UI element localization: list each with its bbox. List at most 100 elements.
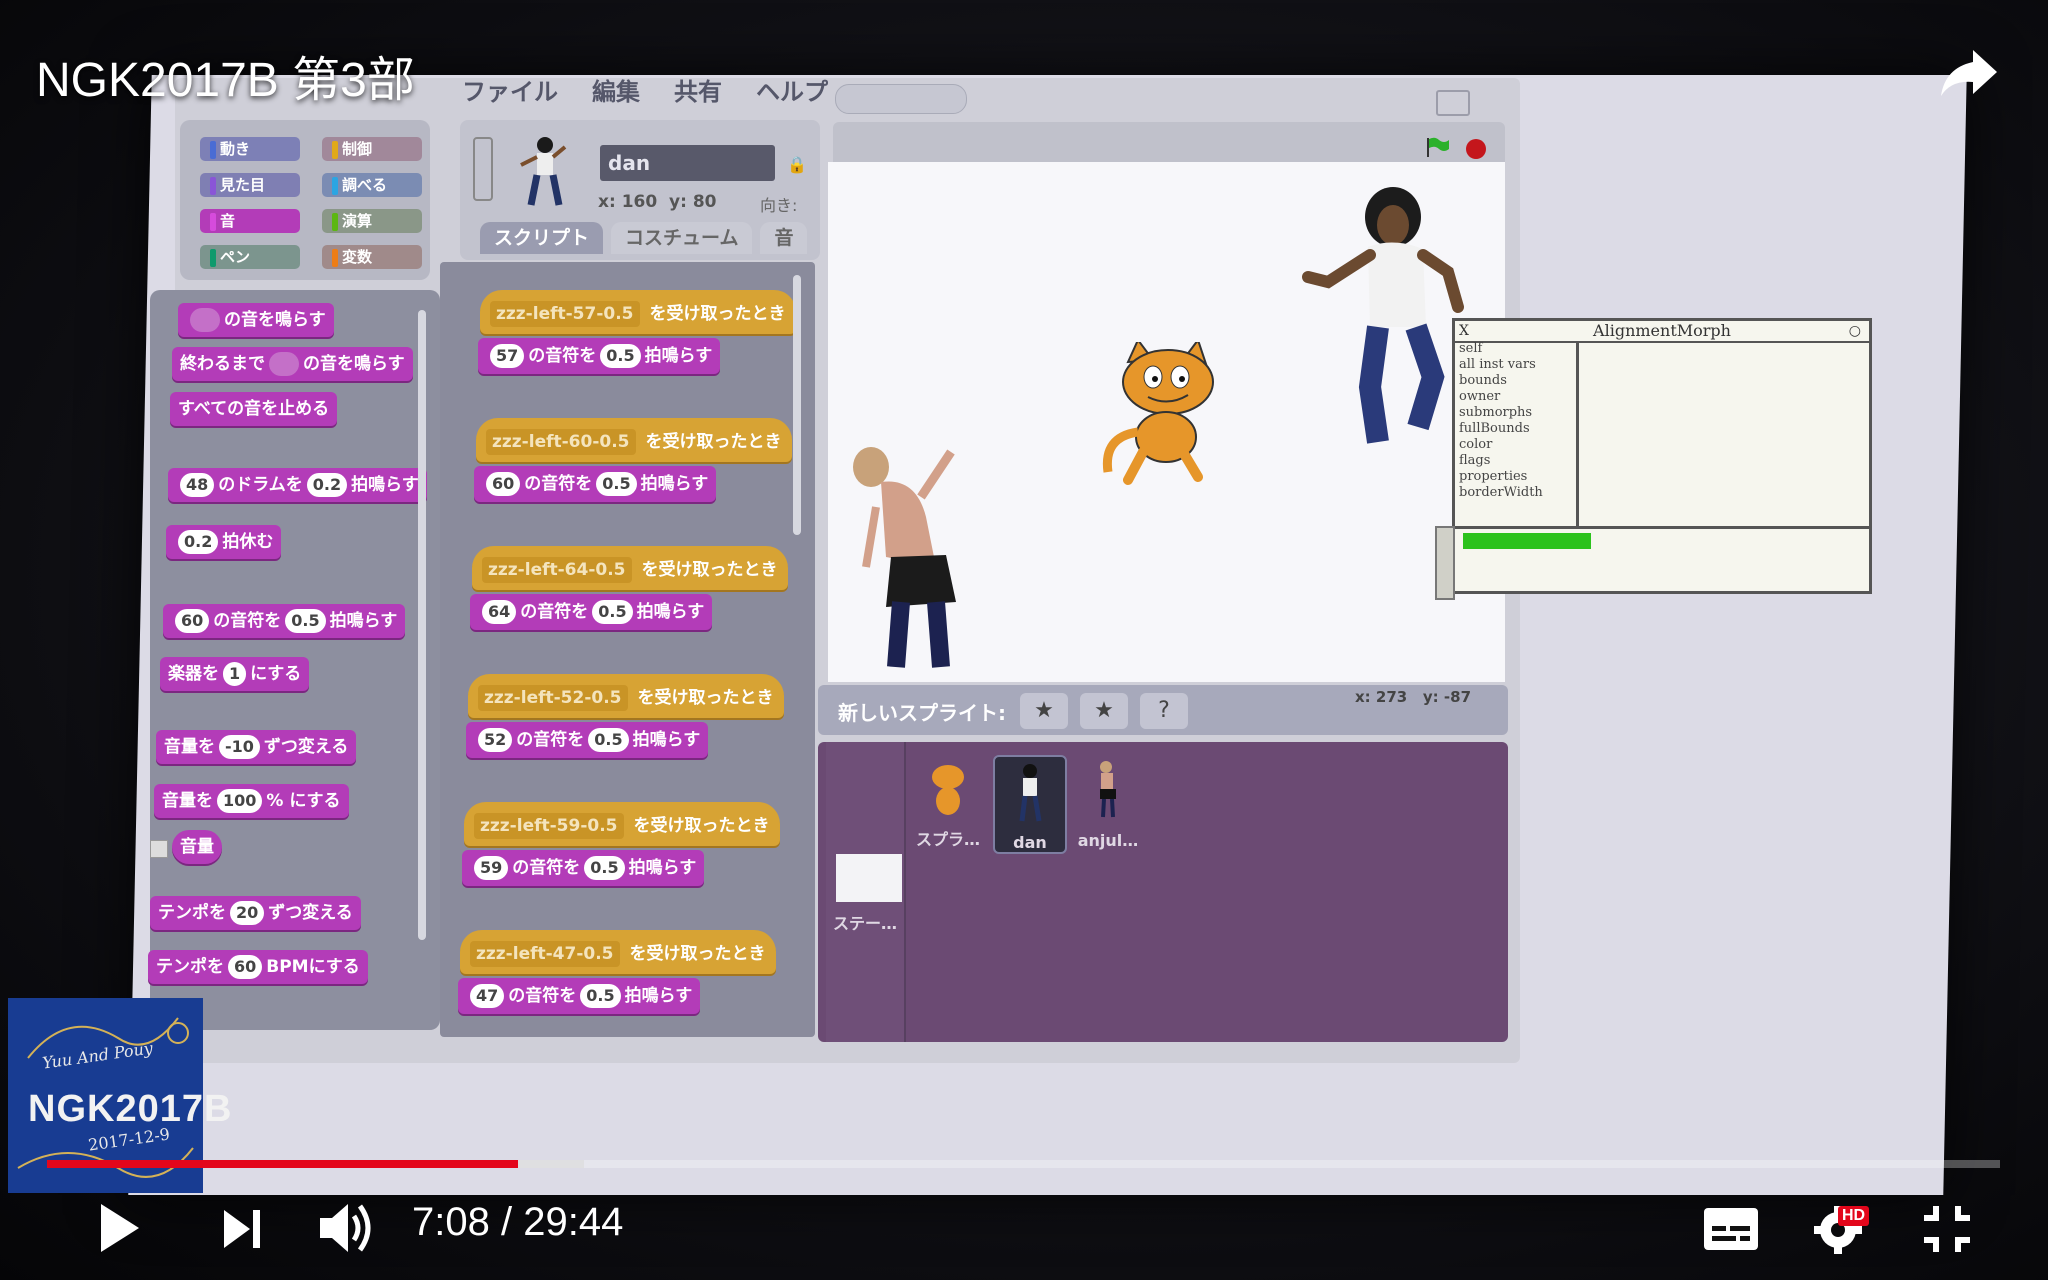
when-receive-hat-block[interactable]: zzz-left-59-0.5 を受け取ったとき (464, 802, 780, 846)
video-title[interactable]: NGK2017B 第3部 (36, 40, 415, 110)
inspector-eval-pane[interactable] (1455, 526, 1869, 594)
beats-input[interactable]: 0.5 (600, 344, 641, 368)
next-icon[interactable] (220, 1204, 266, 1254)
play-note-block[interactable]: 47 の音符を 0.5 拍鳴らす (458, 978, 701, 1014)
block-play-sound-until-done[interactable]: 終わるまで の音を鳴らす (172, 347, 413, 381)
block-set-instrument[interactable]: 楽器を 1 にする (160, 657, 310, 691)
message-dropdown[interactable]: zzz-left-47-0.5 (470, 941, 620, 967)
sprite-name-field[interactable]: dan (600, 145, 775, 181)
palette-scrollbar[interactable] (418, 310, 426, 940)
inspector-field[interactable]: flags (1459, 453, 1576, 469)
window-mode-button[interactable] (1436, 90, 1470, 116)
block-stop-all-sounds[interactable]: すべての音を止める (170, 392, 338, 426)
note-input[interactable]: 64 (482, 600, 517, 624)
inspector-field[interactable]: fullBounds (1459, 421, 1576, 437)
message-dropdown[interactable]: zzz-left-57-0.5 (490, 301, 640, 327)
stop-button[interactable] (1466, 139, 1486, 159)
sprite-thumb-anjuli[interactable]: anjul… (1073, 755, 1143, 850)
script-area[interactable] (440, 262, 815, 1037)
block-change-volume[interactable]: 音量を -10 ずつ変える (156, 730, 357, 764)
beats-input[interactable]: 0.5 (596, 472, 637, 496)
tab-scripts[interactable]: スクリプト (480, 222, 604, 254)
category-control[interactable]: 制御 (322, 137, 422, 161)
sprite-rotation-buttons[interactable] (473, 137, 493, 201)
play-icon[interactable] (95, 1198, 145, 1258)
tab-costumes[interactable]: コスチューム (611, 222, 753, 254)
category-sensing[interactable]: 調べる (322, 173, 422, 197)
random-sprite-button[interactable]: ? (1140, 693, 1188, 729)
message-dropdown[interactable]: zzz-left-64-0.5 (482, 557, 632, 583)
block-volume-reporter[interactable]: 音量 (172, 830, 222, 864)
beats-input[interactable]: 0.5 (588, 728, 629, 752)
menu-share[interactable]: 共有 (672, 72, 724, 107)
exit-fullscreen-icon[interactable] (1920, 1202, 1974, 1256)
block-play-drum[interactable]: 48 のドラムを 0.2 拍鳴らす (168, 468, 427, 502)
sprite-thumb-cat[interactable]: スプラ… (913, 755, 983, 850)
when-receive-hat-block[interactable]: zzz-left-47-0.5 を受け取ったとき (460, 930, 776, 974)
inspector-field[interactable]: borderWidth (1459, 485, 1576, 501)
note-input[interactable]: 59 (474, 856, 509, 880)
video-frame[interactable]: ファイル 編集 共有 ヘルプ 動き 制御 見た目 調べる 音 演算 ペン 変数 … (0, 0, 2048, 1280)
note-input[interactable]: 60 (486, 472, 521, 496)
category-variables[interactable]: 変数 (322, 245, 422, 269)
inspector-close-button[interactable]: X (1459, 321, 1469, 341)
when-receive-hat-block[interactable]: zzz-left-57-0.5 を受け取ったとき (480, 290, 796, 334)
inspector-field[interactable]: bounds (1459, 373, 1576, 389)
note-input[interactable]: 57 (490, 344, 525, 368)
paint-sprite-button[interactable]: ★ (1020, 693, 1068, 729)
stage[interactable] (828, 162, 1505, 682)
inspector-field-list[interactable]: self all inst vars bounds owner submorphs ful… (1455, 341, 1579, 526)
when-receive-hat-block[interactable]: zzz-left-52-0.5 を受け取ったとき (468, 674, 784, 718)
beats-input[interactable]: 0.5 (592, 600, 633, 624)
message-dropdown[interactable]: zzz-left-59-0.5 (474, 813, 624, 839)
category-motion[interactable]: 動き (200, 137, 300, 161)
share-icon[interactable] (1935, 42, 2005, 102)
inspector-field[interactable]: submorphs (1459, 405, 1576, 421)
message-dropdown[interactable]: zzz-left-52-0.5 (478, 685, 628, 711)
inspector-field[interactable]: owner (1459, 389, 1576, 405)
alignment-morph-inspector[interactable]: X AlignmentMorph ○ self all inst vars boun… (1435, 318, 1872, 600)
subtitles-icon[interactable] (1702, 1206, 1760, 1252)
when-receive-hat-block[interactable]: zzz-left-60-0.5 を受け取ったとき (476, 418, 792, 462)
inspector-scrollbar[interactable] (1435, 526, 1455, 600)
sprite-thumb-dan[interactable]: dan (993, 755, 1067, 854)
note-input[interactable]: 47 (470, 984, 505, 1008)
beats-input[interactable]: 0.5 (584, 856, 625, 880)
message-dropdown[interactable]: zzz-left-60-0.5 (486, 429, 636, 455)
video-progress-bar[interactable] (47, 1160, 2000, 1168)
cat-sprite[interactable] (1098, 342, 1238, 492)
green-flag-icon[interactable] (1425, 137, 1451, 157)
volume-icon[interactable] (316, 1198, 378, 1258)
play-note-block[interactable]: 64 の音符を 0.5 拍鳴らす (470, 594, 713, 630)
inspector-field[interactable]: all inst vars (1459, 357, 1576, 373)
stage-thumbnail-column[interactable]: ステー… (826, 742, 906, 1042)
category-looks[interactable]: 見た目 (200, 173, 300, 197)
block-rest[interactable]: 0.2 拍休む (166, 525, 282, 559)
block-set-tempo[interactable]: テンポを 60 BPMにする (148, 950, 368, 984)
tab-sounds[interactable]: 音 (760, 222, 808, 254)
block-set-volume[interactable]: 音量を 100% にする (154, 784, 349, 818)
lock-icon[interactable]: 🔒 (787, 155, 807, 174)
stage-thumbnail[interactable] (836, 854, 902, 902)
dancer-sprite-anjuli[interactable] (846, 437, 996, 677)
inspector-field[interactable]: properties (1459, 469, 1576, 485)
choose-sprite-button[interactable]: ★ (1080, 693, 1128, 729)
menu-edit[interactable]: 編集 (590, 72, 642, 107)
edit-tools-toolbar[interactable] (835, 84, 967, 114)
category-pen[interactable]: ペン (200, 245, 300, 269)
block-change-tempo[interactable]: テンポを 20 ずつ変える (150, 896, 361, 930)
play-note-block[interactable]: 60 の音符を 0.5 拍鳴らす (474, 466, 717, 502)
script-scrollbar[interactable] (793, 275, 801, 535)
play-note-block[interactable]: 59 の音符を 0.5 拍鳴らす (462, 850, 705, 886)
category-sound[interactable]: 音 (200, 209, 300, 233)
category-operators[interactable]: 演算 (322, 209, 422, 233)
block-play-note[interactable]: 60 の音符を 0.5 拍鳴らす (163, 604, 406, 638)
note-input[interactable]: 52 (478, 728, 513, 752)
beats-input[interactable]: 0.5 (580, 984, 621, 1008)
block-play-sound[interactable]: の音を鳴らす (178, 303, 334, 337)
inspector-collapse-icon[interactable]: ○ (1849, 321, 1861, 341)
volume-checkbox[interactable] (150, 840, 168, 858)
inspector-field[interactable]: color (1459, 437, 1576, 453)
play-note-block[interactable]: 57 の音符を 0.5 拍鳴らす (478, 338, 721, 374)
menu-file[interactable]: ファイル (460, 72, 560, 107)
